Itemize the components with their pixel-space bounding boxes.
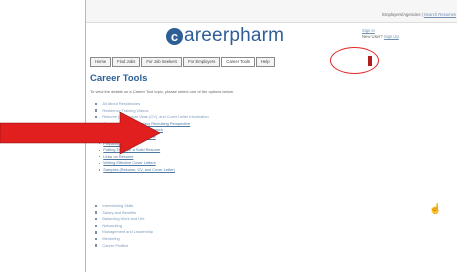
career-tool-item[interactable]: Writing Effective Cover Letters bbox=[99, 160, 156, 165]
career-tool-item[interactable]: Management and Leadership bbox=[95, 229, 153, 234]
bullet-icon bbox=[95, 224, 98, 227]
bullet-icon bbox=[95, 237, 98, 241]
career-tool-label[interactable]: Samples (Resume, CV, and Cover Letter) bbox=[103, 167, 175, 172]
career-tool-item[interactable]: Salary and Benefits bbox=[95, 210, 136, 215]
career-tool-label[interactable]: Interviewing Skills bbox=[102, 203, 133, 208]
bullet-icon bbox=[95, 231, 98, 234]
top-utility-links: Employers/Agencies | Search Resumes bbox=[382, 12, 456, 17]
auth-links: Sign in New User? Sign Up bbox=[362, 28, 399, 40]
career-tool-item[interactable]: Networking bbox=[95, 223, 122, 228]
logo-wordmark: areerpharm bbox=[184, 25, 285, 46]
nav-career-tools[interactable]: Career Tools bbox=[221, 57, 255, 67]
careerpharm-logo[interactable]: c areerpharm bbox=[166, 25, 285, 46]
career-tool-item[interactable]: Mentoring bbox=[95, 236, 120, 241]
nav-home[interactable]: Home bbox=[90, 57, 112, 67]
highlight-circle-annotation bbox=[330, 47, 379, 74]
new-user-label: New User? bbox=[362, 34, 383, 39]
logo-mark: c bbox=[166, 27, 183, 45]
nav-find-jobs[interactable]: Find Jobs bbox=[112, 57, 141, 67]
career-tool-label[interactable]: All About Residencies bbox=[102, 101, 140, 106]
bullet-icon bbox=[95, 204, 98, 208]
career-tool-item[interactable]: All About Residencies bbox=[95, 101, 140, 106]
career-tool-label[interactable]: Balancing Work and Life bbox=[102, 216, 144, 221]
bullet-icon bbox=[95, 102, 98, 106]
bullet-icon bbox=[99, 162, 101, 164]
career-tool-item[interactable]: Samples (Resume, CV, and Cover Letter) bbox=[99, 167, 175, 172]
career-tool-label[interactable]: Networking bbox=[102, 223, 121, 228]
career-tool-label[interactable]: Salary and Benefits bbox=[102, 210, 136, 215]
career-tool-label[interactable]: Management and Leadership bbox=[102, 229, 153, 234]
career-tool-label[interactable]: Career Profiles bbox=[102, 243, 128, 248]
main-nav: Home Find Jobs For Job Seekers For Emplo… bbox=[90, 57, 276, 67]
top-utility-bar: Employers/Agencies | Search Resumes bbox=[86, 0, 457, 23]
page-title: Career Tools bbox=[90, 73, 148, 84]
nav-help[interactable]: Help bbox=[255, 57, 275, 67]
sign-up-link[interactable]: Sign Up bbox=[384, 34, 399, 39]
nav-employers[interactable]: For Employers bbox=[183, 57, 221, 67]
career-tool-item[interactable]: Career Profiles bbox=[95, 243, 128, 248]
bullet-icon bbox=[95, 244, 98, 247]
career-tool-item[interactable]: Balancing Work and Life bbox=[95, 216, 145, 221]
bullet-icon bbox=[95, 211, 98, 214]
bullet-icon bbox=[99, 169, 101, 171]
career-tool-label[interactable]: Writing Effective Cover Letters bbox=[103, 160, 155, 165]
career-tool-label[interactable]: Mentoring bbox=[102, 236, 119, 241]
hand-cursor-icon: ☝ bbox=[429, 204, 442, 215]
career-tool-item[interactable]: Interviewing Skills bbox=[95, 203, 133, 208]
screenshot-root: { "top_bar": { "employers_label": "Emplo… bbox=[0, 0, 457, 272]
employers-agencies-label: Employers/Agencies bbox=[382, 12, 421, 17]
sign-in-link[interactable]: Sign in bbox=[362, 28, 375, 33]
red-arrow-annotation bbox=[0, 112, 161, 155]
bullet-icon bbox=[95, 217, 98, 221]
nav-job-seekers[interactable]: For Job Seekers bbox=[141, 57, 183, 67]
page-intro: To view the details on a Career Tool top… bbox=[90, 89, 234, 94]
search-resumes-link[interactable]: Search Resumes bbox=[424, 12, 456, 17]
